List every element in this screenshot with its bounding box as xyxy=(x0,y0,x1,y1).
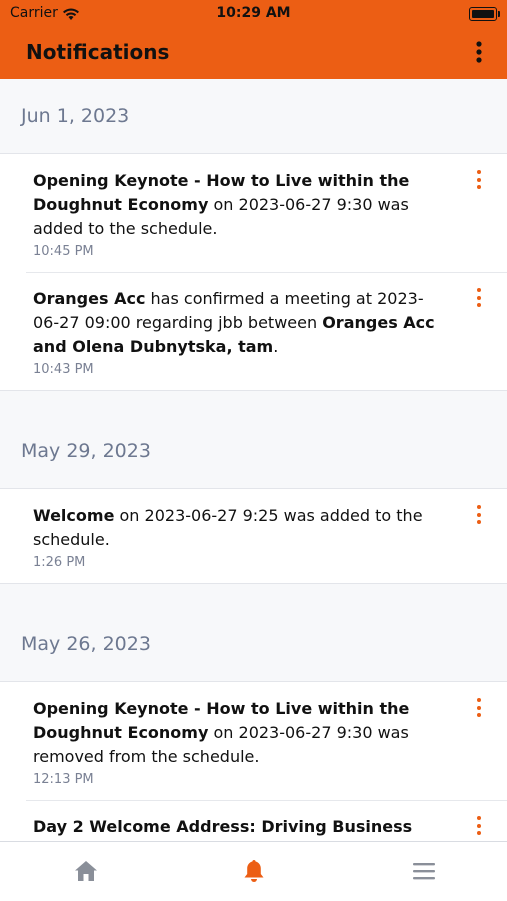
notification-time: 10:45 PM xyxy=(33,244,94,259)
notification-time: 10:43 PM xyxy=(33,362,94,377)
battery-icon xyxy=(469,7,500,21)
notification-message: Welcome on 2023-06-27 9:25 was added to … xyxy=(33,504,447,552)
item-options-icon[interactable] xyxy=(473,816,485,838)
more-options-icon[interactable] xyxy=(467,40,491,66)
notification-item[interactable]: Opening Keynote - How to Live within the… xyxy=(0,682,507,800)
bell-icon[interactable] xyxy=(240,858,268,884)
notification-item[interactable]: Welcome on 2023-06-27 9:25 was added to … xyxy=(0,489,507,583)
notification-item[interactable]: Day 2 Welcome Address: Driving Business … xyxy=(0,800,507,841)
hamburger-menu-icon[interactable] xyxy=(410,858,438,884)
notification-subject: Oranges Acc xyxy=(33,289,146,308)
notification-subject: Day 2 Welcome Address: Driving Business … xyxy=(33,817,413,836)
notification-message: Opening Keynote - How to Live within the… xyxy=(33,169,447,241)
notification-subject: Welcome xyxy=(33,506,115,525)
item-options-icon[interactable] xyxy=(473,505,485,527)
notification-text: . xyxy=(273,337,279,356)
notification-message: Day 2 Welcome Address: Driving Business … xyxy=(33,815,447,841)
notification-time: 1:26 PM xyxy=(33,555,86,570)
notification-group: Welcome on 2023-06-27 9:25 was added to … xyxy=(0,489,507,584)
date-header: Jun 1, 2023 xyxy=(0,79,507,154)
date-header: May 26, 2023 xyxy=(0,607,507,682)
notification-group: Opening Keynote - How to Live within the… xyxy=(0,154,507,391)
item-options-icon[interactable] xyxy=(473,288,485,310)
navigation-bar: Notifications xyxy=(0,28,507,79)
notification-item[interactable]: Opening Keynote - How to Live within the… xyxy=(0,154,507,272)
page-title: Notifications xyxy=(26,40,170,64)
notification-item[interactable]: Oranges Acc has confirmed a meeting at 2… xyxy=(0,272,507,390)
date-header: May 29, 2023 xyxy=(0,414,507,489)
notification-message: Opening Keynote - How to Live within the… xyxy=(33,697,447,769)
status-bar: Carrier 10:29 AM xyxy=(0,0,507,28)
item-options-icon[interactable] xyxy=(473,170,485,192)
tab-bar xyxy=(0,841,507,901)
notification-message: Oranges Acc has confirmed a meeting at 2… xyxy=(33,287,447,359)
item-options-icon[interactable] xyxy=(473,698,485,720)
home-icon[interactable] xyxy=(72,858,100,884)
notification-time: 12:13 PM xyxy=(33,772,94,787)
notification-list[interactable]: Jun 1, 2023 Opening Keynote - How to Live… xyxy=(0,79,507,841)
clock: 10:29 AM xyxy=(216,5,291,21)
notification-group: Opening Keynote - How to Live within the… xyxy=(0,682,507,841)
